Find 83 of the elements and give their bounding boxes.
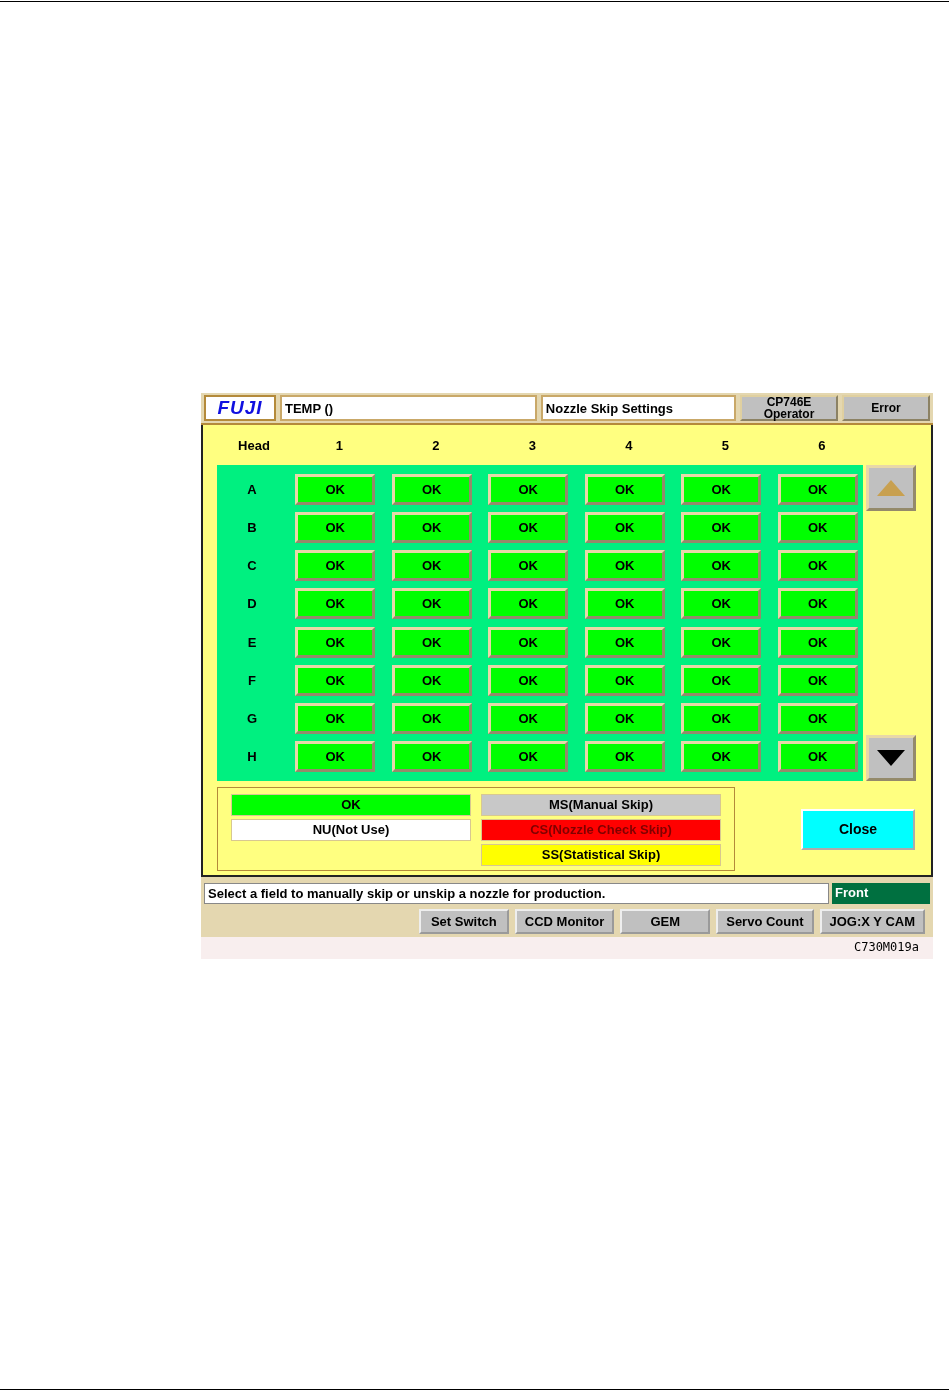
nozzle-status-button[interactable]: OK <box>488 511 569 543</box>
nozzle-status-button[interactable]: OK <box>295 741 376 773</box>
nozzle-status-button[interactable]: OK <box>777 703 858 735</box>
error-button[interactable]: Error <box>842 395 930 421</box>
nozzle-status-button[interactable]: OK <box>391 550 472 582</box>
screen-title-field: Nozzle Skip Settings <box>540 395 736 421</box>
nozzle-status-button[interactable]: OK <box>391 511 472 543</box>
toolbar-button[interactable]: CCD Monitor <box>514 909 615 934</box>
toolbar-button[interactable]: Servo Count <box>716 909 814 934</box>
nozzle-status-button[interactable]: OK <box>681 511 762 543</box>
nozzle-status-button[interactable]: OK <box>777 626 858 658</box>
head-row-label: D <box>246 596 258 612</box>
toolbar-button[interactable]: Set Switch <box>418 909 509 934</box>
head-label: Head <box>237 437 271 453</box>
nozzle-status-button[interactable]: OK <box>681 588 762 620</box>
status-message: Select a field to manually skip or unskip a nozzle for production. <box>204 883 829 904</box>
nozzle-status-button[interactable]: OK <box>488 703 569 735</box>
column-number: 1 <box>334 437 344 453</box>
nozzle-status-button[interactable]: OK <box>488 626 569 658</box>
nozzle-status-button[interactable]: OK <box>488 550 569 582</box>
column-number: 4 <box>624 437 634 453</box>
column-number: 5 <box>720 437 730 453</box>
nozzle-status-button[interactable]: OK <box>681 626 762 658</box>
head-row-label: E <box>246 634 258 650</box>
nozzle-status-button[interactable]: OK <box>584 473 665 505</box>
nozzle-status-button[interactable]: OK <box>295 703 376 735</box>
nozzle-status-button[interactable]: OK <box>777 741 858 773</box>
nozzle-status-button[interactable]: OK <box>488 664 569 696</box>
nozzle-status-button[interactable]: OK <box>584 550 665 582</box>
nozzle-status-button[interactable]: OK <box>681 664 762 696</box>
nozzle-status-button[interactable]: OK <box>681 741 762 773</box>
head-row-label: C <box>246 558 258 574</box>
scroll-down-button[interactable] <box>866 735 916 781</box>
figure-caption: C730M019a <box>201 937 933 959</box>
nozzle-status-button[interactable]: OK <box>584 664 665 696</box>
side-indicator: Front <box>832 883 930 904</box>
nozzle-status-button[interactable]: OK <box>681 703 762 735</box>
nozzle-status-button[interactable]: OK <box>584 511 665 543</box>
nozzle-status-button[interactable]: OK <box>681 550 762 582</box>
nozzle-status-button[interactable]: OK <box>681 473 762 505</box>
nozzle-status-button[interactable]: OK <box>777 550 858 582</box>
column-number: 2 <box>431 437 441 453</box>
nozzle-status-button[interactable]: OK <box>391 588 472 620</box>
head-row-label: F <box>247 672 257 688</box>
nozzle-status-button[interactable]: OK <box>488 588 569 620</box>
legend-swatch: SS(Statistical Skip) <box>481 844 721 866</box>
nozzle-status-button[interactable]: OK <box>295 511 376 543</box>
nozzle-status-button[interactable]: OK <box>295 626 376 658</box>
nozzle-status-button[interactable]: OK <box>584 703 665 735</box>
nozzle-status-button[interactable]: OK <box>777 588 858 620</box>
legend-swatch: MS(Manual Skip) <box>481 794 721 816</box>
column-number: 3 <box>527 437 537 453</box>
legend-swatch: OK <box>231 794 471 816</box>
nozzle-status-button[interactable]: OK <box>488 741 569 773</box>
nozzle-status-button[interactable]: OK <box>584 588 665 620</box>
head-row-label: G <box>245 711 259 727</box>
toolbar-button[interactable]: GEM <box>620 909 711 934</box>
nozzle-status-button[interactable]: OK <box>391 626 472 658</box>
head-row-label: B <box>246 519 258 535</box>
nozzle-status-button[interactable]: OK <box>391 703 472 735</box>
machine-button[interactable]: CP746E Operator <box>740 395 838 421</box>
nozzle-status-button[interactable]: OK <box>295 550 376 582</box>
column-number: 6 <box>817 437 827 453</box>
head-row-label: A <box>246 481 258 497</box>
head-row-label: H <box>246 749 258 765</box>
nozzle-status-button[interactable]: OK <box>391 664 472 696</box>
nozzle-status-button[interactable]: OK <box>777 664 858 696</box>
nozzle-status-button[interactable]: OK <box>391 741 472 773</box>
fuji-logo: FUJI <box>204 395 276 421</box>
nozzle-status-button[interactable]: OK <box>295 588 376 620</box>
nozzle-status-button[interactable]: OK <box>391 473 472 505</box>
nozzle-status-button[interactable]: OK <box>584 741 665 773</box>
file-name-field: TEMP () <box>280 395 537 421</box>
toolbar-button[interactable]: JOG:X Y CAM <box>819 909 925 934</box>
legend-swatch: NU(Not Use) <box>231 819 471 841</box>
nozzle-status-button[interactable]: OK <box>584 626 665 658</box>
close-button[interactable]: Close <box>801 808 915 850</box>
nozzle-status-button[interactable]: OK <box>777 511 858 543</box>
nozzle-status-button[interactable]: OK <box>777 473 858 505</box>
legend-swatch: CS(Nozzle Check Skip) <box>481 819 721 841</box>
nozzle-status-button[interactable]: OK <box>295 664 376 696</box>
nozzle-status-button[interactable]: OK <box>295 473 376 505</box>
nozzle-status-button[interactable]: OK <box>488 473 569 505</box>
